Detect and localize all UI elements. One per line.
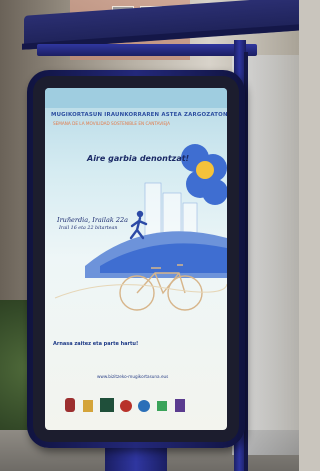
- shelter-crossbar: [37, 44, 257, 56]
- poster-slogan: Aire garbia denontzat!: [87, 154, 190, 163]
- sponsor-logo: [65, 398, 75, 412]
- poster-handwritten-range: Irail 16 eta 22 bitartean: [59, 226, 118, 231]
- poster-note: Arnasa zaitez eta parte hartu!: [53, 341, 139, 347]
- sponsor-logo: [120, 400, 132, 412]
- sponsor-logo: [83, 400, 93, 412]
- sponsor-logo: [100, 398, 114, 412]
- poster: MUGIKORTASUN IRAUNKORRAREN ASTEA ZARGOZA…: [45, 88, 227, 430]
- poster-subtitle: SEMANA DE LA MOVILIDAD SOSTENIBLE EN CAN…: [53, 121, 171, 126]
- poster-sky-band: [45, 88, 227, 108]
- walking-person-icon: [129, 210, 148, 240]
- poster-website: www.bizitzeko-mugikortasuna.eus: [97, 374, 169, 379]
- sponsor-logo: [175, 399, 185, 412]
- poster-handwritten-date: Iruñerdia, Irailak 22a: [57, 216, 128, 224]
- poster-title: MUGIKORTASUN IRAUNKORRAREN ASTEA ZARGOZA…: [51, 112, 227, 118]
- sponsor-logos: [63, 392, 213, 414]
- sponsor-logo: [157, 401, 167, 411]
- sponsor-logo: [138, 400, 150, 412]
- bus-stop-photo: MUGIKORTASUN IRAUNKORRAREN ASTEA ZARGOZA…: [0, 0, 299, 471]
